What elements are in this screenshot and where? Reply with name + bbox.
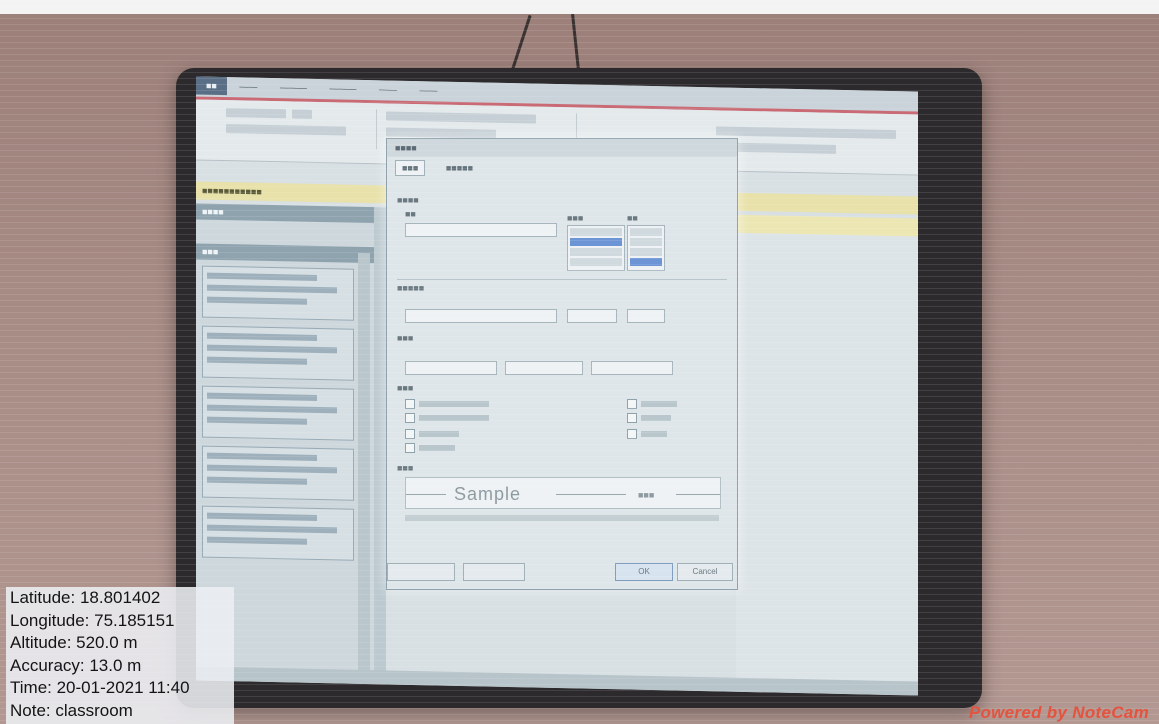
tab-file[interactable]: ■■ bbox=[196, 76, 227, 96]
info-band bbox=[736, 214, 918, 237]
size-selector[interactable] bbox=[292, 109, 312, 119]
dialog-tabs: ■■■ ■■■■■ bbox=[395, 160, 491, 176]
complex-font-input[interactable] bbox=[405, 309, 557, 323]
text-effects-button[interactable] bbox=[463, 563, 525, 581]
section-label: ■■■ bbox=[397, 383, 414, 393]
scrollbar[interactable] bbox=[358, 252, 370, 674]
tab-advanced[interactable]: ■■■■■ bbox=[446, 163, 473, 173]
list-item[interactable] bbox=[202, 265, 354, 321]
tab-font[interactable]: ■■■ bbox=[395, 160, 426, 176]
preview-sample-small: ■■■ bbox=[638, 490, 655, 500]
all-caps-checkbox[interactable] bbox=[627, 413, 671, 423]
tab-help[interactable]: —— bbox=[409, 81, 447, 100]
small-caps-checkbox[interactable] bbox=[627, 399, 677, 409]
note-text: Note: classroom bbox=[10, 700, 133, 720]
format-buttons[interactable] bbox=[226, 124, 346, 136]
hidden-checkbox[interactable] bbox=[627, 429, 667, 439]
section-label: ■■■■ bbox=[397, 195, 419, 205]
dialog-title: ■■■■ bbox=[387, 139, 737, 157]
pane-header: ■■■■ bbox=[196, 203, 374, 224]
warning-text: ■■■■■■■■■■■ bbox=[202, 185, 262, 197]
subscript-checkbox[interactable] bbox=[405, 443, 455, 453]
include-buttons[interactable] bbox=[716, 126, 896, 140]
longitude-text: Longitude: 75.185151 bbox=[10, 610, 175, 630]
list-item[interactable] bbox=[202, 385, 354, 441]
strikethrough-checkbox[interactable] bbox=[405, 399, 489, 409]
superscript-checkbox[interactable] bbox=[405, 429, 459, 439]
accuracy-text: Accuracy: 13.0 m bbox=[10, 655, 142, 675]
latitude-text: Latitude: 18.801402 bbox=[10, 588, 161, 607]
list-item[interactable] bbox=[202, 445, 354, 501]
font-input[interactable] bbox=[405, 223, 557, 237]
watermark: Powered by NoteCam bbox=[968, 703, 1149, 722]
tab-view[interactable]: —— bbox=[369, 80, 407, 99]
splitter[interactable] bbox=[374, 207, 386, 678]
tab-folder[interactable]: ——— bbox=[319, 79, 366, 98]
size-label: ■■ bbox=[627, 213, 638, 223]
preview-sample-text: Sample bbox=[454, 484, 522, 504]
preview-note bbox=[405, 515, 719, 521]
tab-send-receive[interactable]: ——— bbox=[270, 78, 317, 97]
set-as-default-button[interactable] bbox=[387, 563, 455, 581]
divider bbox=[397, 279, 727, 280]
size-list[interactable] bbox=[627, 225, 665, 271]
time-text: Time: 20-01-2021 11:40 bbox=[10, 678, 190, 698]
cancel-button[interactable]: Cancel bbox=[677, 563, 733, 581]
complex-style-select[interactable] bbox=[567, 309, 617, 323]
ribbon-group bbox=[196, 105, 377, 150]
location-overlay: Latitude: 18.801402 Longitude: 75.185151… bbox=[6, 587, 234, 724]
font-color-select[interactable] bbox=[405, 361, 497, 375]
pane-header: ■■■ bbox=[196, 243, 374, 264]
style-label: ■■■ bbox=[567, 213, 584, 223]
font-style-list[interactable] bbox=[567, 225, 625, 271]
section-label: ■■■ bbox=[397, 333, 414, 343]
section-label: ■■■ bbox=[397, 463, 414, 473]
list-item[interactable] bbox=[202, 505, 354, 561]
tab-home[interactable]: —— bbox=[229, 77, 267, 96]
font-dialog: ■■■■ ■■■ ■■■■■ ■■■■ ■■ ■■■ ■■ ■■■■■ ■■■ … bbox=[386, 138, 738, 590]
font-preview: Sample ■■■ bbox=[405, 477, 721, 509]
double-strikethrough-checkbox[interactable] bbox=[405, 413, 489, 423]
underline-color-select[interactable] bbox=[591, 361, 673, 375]
ok-button[interactable]: OK bbox=[615, 563, 673, 581]
font-label: ■■ bbox=[405, 209, 416, 219]
reading-pane bbox=[736, 214, 918, 689]
section-label: ■■■■■ bbox=[397, 283, 425, 293]
font-selector[interactable] bbox=[226, 108, 286, 119]
list-item[interactable] bbox=[202, 325, 354, 381]
altitude-text: Altitude: 520.0 m bbox=[10, 633, 138, 653]
underline-style-select[interactable] bbox=[505, 361, 583, 375]
complex-size-select[interactable] bbox=[627, 309, 665, 323]
top-margin-strip bbox=[0, 0, 1159, 14]
paragraph-buttons[interactable] bbox=[386, 111, 536, 124]
